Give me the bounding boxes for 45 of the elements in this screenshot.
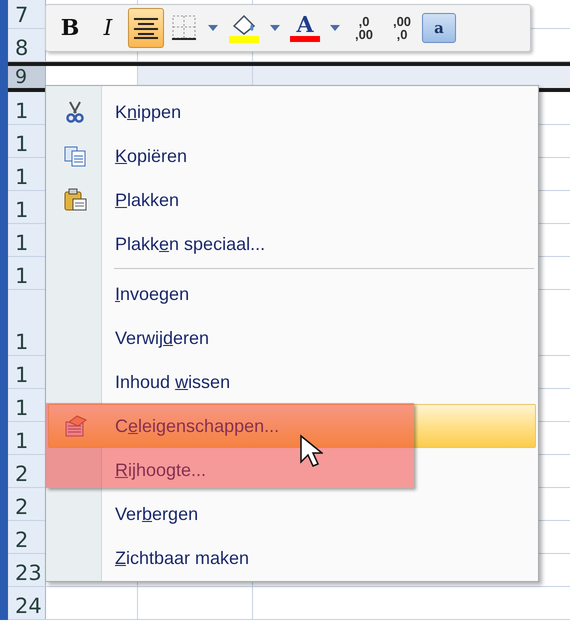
row-header[interactable]: 1	[8, 158, 46, 190]
increase-decimal-button[interactable]: ,0 ,00	[346, 8, 382, 48]
paint-bucket-icon	[228, 12, 260, 44]
bold-button[interactable]: B	[52, 8, 88, 48]
row-header[interactable]: 1	[8, 125, 46, 157]
copy-icon	[64, 144, 88, 168]
menu-item[interactable]: Verwijderen	[48, 316, 536, 360]
row-header[interactable]: 8	[8, 29, 46, 61]
row-header[interactable]: 1	[8, 389, 46, 421]
row-header[interactable]: 1	[8, 257, 46, 289]
italic-button[interactable]: I	[90, 8, 126, 48]
row-header[interactable]: 23	[8, 554, 46, 586]
row-header[interactable]: 2	[8, 521, 46, 553]
menu-item[interactable]: Plakken	[48, 178, 536, 222]
border-grid-icon	[170, 14, 198, 42]
row-header[interactable]: 9	[8, 66, 46, 88]
decrease-decimal-button[interactable]: ,00 ,0	[384, 8, 420, 48]
caret-icon	[330, 25, 340, 31]
menu-item[interactable]: Plakken speciaal...	[48, 222, 536, 266]
caret-icon	[208, 25, 218, 31]
row-header[interactable]: 1	[8, 224, 46, 256]
row-header[interactable]: 1	[8, 290, 46, 355]
menu-item[interactable]: Zichtbaar maken	[48, 536, 536, 580]
caret-icon	[270, 25, 280, 31]
menu-item[interactable]: Invoegen	[48, 272, 536, 316]
clipboard-icon	[64, 188, 88, 212]
format-cells-icon	[64, 414, 88, 438]
align-center-icon	[133, 16, 159, 40]
row-header[interactable]: 1	[8, 356, 46, 388]
font-color-button[interactable]: A	[286, 8, 324, 48]
row-header[interactable]: 2	[8, 488, 46, 520]
menu-item[interactable]: Kopiëren	[48, 134, 536, 178]
menu-item[interactable]: Verbergen	[48, 492, 536, 536]
row-header[interactable]: 24	[8, 587, 46, 619]
row-header[interactable]: 1	[8, 422, 46, 454]
mouse-cursor-icon	[299, 434, 323, 468]
row-header[interactable]: 2	[8, 455, 46, 487]
menu-item[interactable]: Rijhoogte...	[48, 448, 536, 492]
merge-center-button[interactable]: a	[422, 13, 456, 43]
menu-item[interactable]: Knippen	[48, 90, 536, 134]
row-header[interactable]: 1	[8, 191, 46, 223]
center-align-button[interactable]	[128, 8, 164, 48]
row-header[interactable]: 1	[8, 92, 46, 124]
menu-item[interactable]: Inhoud wissen	[48, 360, 536, 404]
row-header[interactable]: 7	[8, 0, 46, 28]
